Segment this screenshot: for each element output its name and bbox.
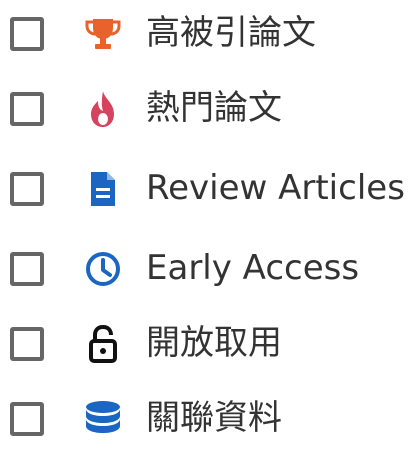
filter-label: 熱門論文 — [146, 88, 282, 128]
checkbox[interactable] — [10, 17, 44, 51]
checkbox[interactable] — [10, 92, 44, 126]
filter-open-access[interactable]: 開放取用 — [0, 315, 416, 379]
filter-hot-papers[interactable]: 熱門論文 — [0, 80, 416, 144]
document-icon — [80, 169, 126, 209]
filter-label: Review Articles — [146, 168, 405, 208]
trophy-icon — [80, 14, 126, 54]
filter-early-access[interactable]: Early Access — [0, 240, 416, 304]
unlock-icon — [80, 324, 126, 364]
checkbox[interactable] — [10, 252, 44, 286]
checkbox[interactable] — [10, 402, 44, 436]
clock-icon — [80, 249, 126, 289]
filter-highly-cited[interactable]: 高被引論文 — [0, 5, 416, 69]
flame-icon — [80, 89, 126, 129]
filter-label: 開放取用 — [146, 323, 282, 363]
database-icon — [80, 399, 126, 439]
checkbox[interactable] — [10, 327, 44, 361]
filter-label: 關聯資料 — [146, 398, 282, 438]
filter-label: 高被引論文 — [146, 13, 316, 53]
filter-list: 高被引論文 熱門論文 Review Articles Early Access … — [0, 0, 416, 449]
filter-label: Early Access — [146, 248, 360, 288]
filter-associated-data[interactable]: 關聯資料 — [0, 390, 416, 454]
filter-review-articles[interactable]: Review Articles — [0, 160, 416, 224]
checkbox[interactable] — [10, 172, 44, 206]
